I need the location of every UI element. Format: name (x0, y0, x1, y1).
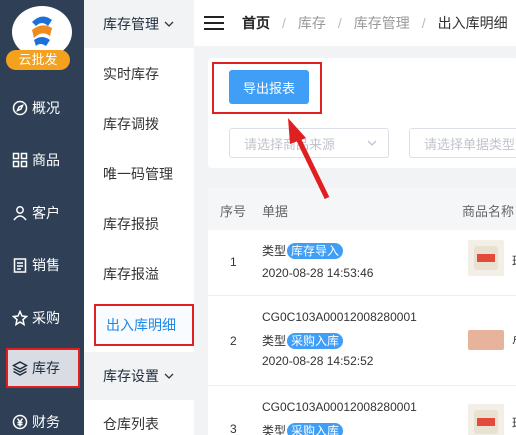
in-out-details-table: 序号 单据 商品名称 1 类型 库存导入 2020-08-28 14:53:46 … (208, 188, 516, 435)
submenu-group-label: 库存管理 (103, 16, 159, 32)
submenu-item-in-out-details[interactable]: 出入库明细 (94, 304, 194, 346)
submenu-item-transfer[interactable]: 库存调拨 (84, 104, 194, 144)
product-thumbnail (468, 330, 504, 350)
row-code: CG0C103A00012008280001 (262, 400, 417, 414)
submenu-item-realtime-stock[interactable]: 实时库存 (84, 54, 194, 94)
submenu-item-unique-code[interactable]: 唯一码管理 (84, 154, 194, 194)
nav-item-inventory[interactable]: 库存 (6, 348, 80, 388)
breadcrumb-inventory-management[interactable]: 库存管理 (354, 13, 410, 33)
submenu-item-label: 库存报溢 (103, 266, 159, 282)
breadcrumb-home[interactable]: 首页 (242, 13, 270, 33)
type-tag: 采购入库 (287, 333, 344, 349)
row-type: 类型 采购入库 (262, 332, 344, 349)
submenu-item-warehouse-list[interactable]: 仓库列表 (84, 404, 194, 435)
submenu-group-inventory-management[interactable]: 库存管理 (84, 0, 194, 48)
table-row[interactable]: 1 类型库存导入 2020-08-28 14:53:46 班 (208, 230, 516, 296)
clipboard-icon (13, 258, 27, 273)
select-placeholder: 请选择单据类型 (424, 136, 516, 152)
nav-item-label: 采购 (32, 310, 60, 326)
row-index: 3 (230, 422, 237, 435)
row-code: CG0C103A00012008280001 (262, 310, 417, 324)
brand-badge: 云批发 (6, 50, 70, 70)
app-window: 云批发 概况 商品 客户 销售 采购 库存 财务 库存管理 实时库存 库存调拨 … (0, 0, 516, 435)
row-type: 类型 库存导入 (262, 242, 344, 259)
nav-item-label: 商品 (32, 152, 60, 168)
yen-icon (12, 414, 28, 430)
breadcrumb-inventory[interactable]: 库存 (298, 13, 326, 33)
table-header: 序号 单据 商品名称 (208, 188, 516, 230)
product-thumbnail (468, 404, 504, 435)
nav-item-purchase[interactable]: 采购 (0, 298, 84, 338)
breadcrumb-separator: / (421, 15, 426, 31)
nav-item-label: 客户 (32, 205, 60, 221)
submenu-group-label: 库存设置 (103, 368, 159, 384)
layers-icon (12, 361, 28, 376)
filter-card: 导出报表 请选择商品来源 请选择单据类型 (208, 58, 516, 168)
type-tag: 采购入库 (287, 423, 344, 435)
top-bar: 首页 / 库存 / 库存管理 / 出入库明细 (194, 0, 516, 46)
cart-icon (12, 310, 28, 326)
product-name: 卢 (512, 330, 516, 347)
column-header-document: 单据 (262, 204, 289, 219)
breadcrumb-current: 出入库明细 (437, 15, 508, 31)
table-row[interactable]: 3 CG0C103A00012008280001 类型采购入库 班 (208, 386, 516, 435)
inventory-submenu: 库存管理 实时库存 库存调拨 唯一码管理 库存报损 库存报溢 出入库明细 库存设… (84, 0, 194, 435)
document-type-select[interactable]: 请选择单据类型 (409, 128, 516, 158)
menu-toggle-icon[interactable] (204, 15, 224, 31)
nav-item-label: 概况 (32, 100, 60, 116)
table-row[interactable]: 2 CG0C103A00012008280001 类型 采购入库 2020-08-… (208, 296, 516, 386)
column-header-index: 序号 (220, 204, 247, 219)
nav-item-overview[interactable]: 概况 (0, 88, 84, 128)
row-type: 类型 采购入库 (262, 422, 344, 435)
chevron-down-icon (164, 21, 174, 27)
submenu-item-label: 出入库明细 (106, 317, 176, 333)
column-header-product: 商品名称 (462, 204, 515, 219)
compass-icon (12, 100, 28, 116)
breadcrumb-separator: / (282, 15, 286, 31)
product-name: 班 (512, 252, 516, 269)
submenu-group-inventory-settings[interactable]: 库存设置 (84, 352, 194, 400)
row-time: 2020-08-28 14:53:46 (262, 266, 374, 280)
submenu-item-loss-report[interactable]: 库存报损 (84, 204, 194, 244)
row-index: 2 (230, 334, 237, 348)
submenu-item-overflow-report[interactable]: 库存报溢 (84, 254, 194, 294)
breadcrumb-separator: / (337, 15, 342, 31)
nav-item-sales[interactable]: 销售 (0, 245, 84, 285)
row-time: 2020-08-28 14:52:52 (262, 354, 374, 368)
grid-icon (12, 152, 28, 168)
product-source-select[interactable]: 请选择商品来源 (229, 128, 389, 158)
row-index: 1 (230, 255, 237, 269)
nav-item-customers[interactable]: 客户 (0, 193, 84, 233)
submenu-item-label: 仓库列表 (103, 416, 159, 432)
main-nav-rail: 云批发 概况 商品 客户 销售 采购 库存 财务 (0, 0, 84, 435)
submenu-item-label: 库存报损 (103, 216, 159, 232)
submenu-item-label: 库存调拨 (103, 116, 159, 132)
nav-item-label: 财务 (32, 414, 60, 430)
nav-item-label: 销售 (32, 257, 60, 273)
submenu-item-label: 实时库存 (103, 66, 159, 82)
select-placeholder: 请选择商品来源 (244, 136, 336, 152)
person-icon (13, 206, 27, 221)
product-thumbnail (468, 240, 504, 276)
product-name: 班 (512, 414, 516, 431)
annotation-highlight-box (212, 62, 322, 114)
type-tag: 库存导入 (287, 243, 344, 259)
nav-item-label: 库存 (32, 360, 60, 376)
nav-item-finance[interactable]: 财务 (0, 402, 84, 435)
chevron-down-icon (164, 373, 174, 379)
chevron-down-icon (367, 140, 377, 146)
nav-item-products[interactable]: 商品 (0, 140, 84, 180)
submenu-item-label: 唯一码管理 (103, 166, 173, 182)
